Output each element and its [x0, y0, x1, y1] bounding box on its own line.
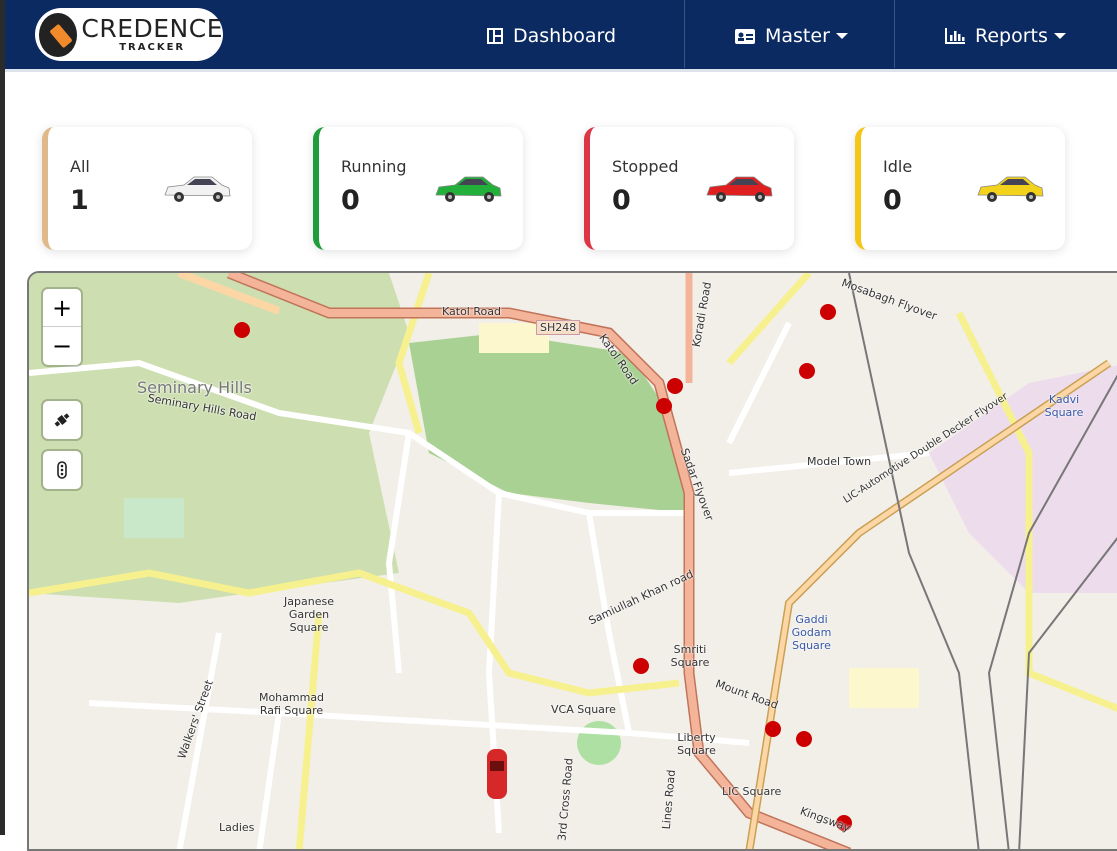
caret-down-icon — [1053, 33, 1066, 39]
map-label: Japanese Garden Square — [284, 595, 334, 634]
dashboard-icon — [487, 28, 503, 44]
car-icon — [977, 176, 1044, 202]
zoom-control: + − — [43, 289, 81, 365]
map-label: Smriti Square — [670, 643, 710, 669]
status-card-count: 0 — [612, 185, 631, 216]
zoom-out-button[interactable]: − — [43, 327, 81, 365]
logo-subtext: TRACKER — [119, 42, 186, 53]
window-edge — [0, 0, 5, 835]
bar-chart-icon — [945, 28, 965, 44]
status-card-count: 0 — [341, 185, 360, 216]
car-icon — [164, 176, 231, 202]
map-label: Gaddi Godam Square — [791, 613, 832, 652]
id-card-icon — [735, 28, 755, 44]
caret-down-icon — [835, 33, 848, 39]
map-label: Mohammad Rafi Square — [258, 691, 325, 717]
nav-divider — [684, 0, 685, 68]
vehicle-marker[interactable] — [487, 749, 507, 799]
map-label: Ladies — [219, 821, 255, 834]
logo-text: CREDENCE — [81, 14, 223, 43]
logo[interactable]: CREDENCE TRACKER — [35, 8, 223, 61]
status-card-all[interactable]: All 1 — [42, 127, 252, 250]
map-label: LIC Square — [722, 785, 782, 798]
nav-dashboard-label: Dashboard — [513, 25, 617, 47]
status-card-label: Running — [341, 157, 407, 176]
car-icon — [706, 176, 773, 202]
satellite-layer-button[interactable] — [43, 401, 81, 439]
status-card-label: Stopped — [612, 157, 679, 176]
traffic-layer-button[interactable] — [43, 451, 81, 489]
traffic-light-icon — [57, 461, 67, 479]
map-view[interactable]: Seminary Hills Seminary Hills Road Katol… — [27, 271, 1117, 851]
car-icon — [435, 176, 502, 202]
nav-divider — [894, 0, 895, 68]
map-label: Liberty Square — [677, 731, 716, 757]
map-label: Katol Road — [442, 305, 501, 318]
status-card-label: All — [70, 157, 90, 176]
map-label: VCA Square — [551, 703, 616, 716]
nav-dashboard[interactable]: Dashboard — [487, 0, 616, 72]
nav-master-label: Master — [765, 25, 830, 47]
status-card-count: 1 — [70, 185, 89, 216]
top-navbar: CREDENCE TRACKER Dashboard Master Reports — [5, 0, 1117, 72]
status-card-running[interactable]: Running 0 — [313, 127, 523, 250]
satellite-gear-icon — [39, 12, 78, 57]
nav-reports-label: Reports — [975, 25, 1048, 47]
status-card-label: Idle — [883, 157, 913, 176]
status-card-idle[interactable]: Idle 0 — [855, 127, 1065, 250]
nav-master[interactable]: Master — [735, 0, 848, 72]
map-label: Model Town — [807, 455, 872, 468]
nav-reports[interactable]: Reports — [945, 0, 1066, 72]
map-label: SH248 — [536, 320, 581, 335]
status-card-count: 0 — [883, 185, 902, 216]
map-label: Kadvi Square — [1044, 393, 1084, 419]
zoom-in-button[interactable]: + — [43, 289, 81, 327]
status-card-stopped[interactable]: Stopped 0 — [584, 127, 794, 250]
satellite-icon — [54, 413, 70, 427]
